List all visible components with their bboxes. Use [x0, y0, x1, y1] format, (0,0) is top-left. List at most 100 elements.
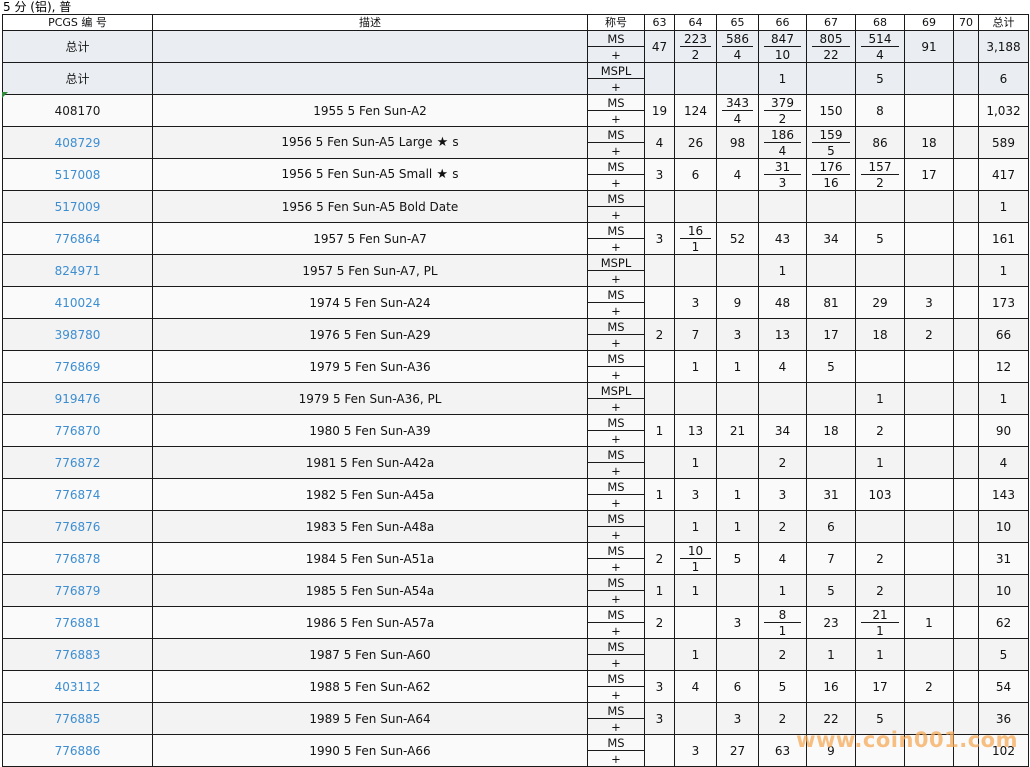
pcgs-number-cell[interactable]: 403112: [2, 670, 153, 703]
plus-label: +: [611, 271, 621, 286]
pcgs-number-link[interactable]: 410024: [55, 296, 101, 310]
designation-label: MSPL: [588, 256, 644, 271]
grade-66-cell: 1: [758, 62, 807, 95]
row-total-cell: 1: [978, 254, 1029, 287]
plus-label: +: [611, 79, 621, 94]
grade-67-cell: 23: [806, 606, 856, 639]
grade-66-cell: 2: [758, 638, 807, 671]
pcgs-number-cell[interactable]: 517008: [2, 158, 153, 191]
table-row: 776876 1983 5 Fen Sun-A48a MS +1 1 2 6 10: [2, 510, 1029, 543]
table-row: 517008 1956 5 Fen Sun-A5 Small ★ s MS +3 6 4 3…: [2, 158, 1029, 191]
pcgs-number-link[interactable]: 517008: [55, 168, 101, 182]
grade-63-cell: [644, 510, 675, 543]
coin-description: 1988 5 Fen Sun-A62: [309, 679, 431, 694]
grade-63-cell: 2: [644, 318, 675, 351]
row-total-cell: 5: [978, 638, 1029, 671]
grade-66-cell: 13: [758, 318, 807, 351]
grade-65-cell: 4: [716, 158, 759, 191]
pcgs-number-cell[interactable]: 776878: [2, 542, 153, 575]
grade-count: 586: [722, 32, 753, 47]
pcgs-number-link[interactable]: 403112: [55, 680, 101, 694]
plus-label: +: [611, 431, 621, 446]
grade-65-cell: 9: [716, 286, 759, 319]
pcgs-number-cell[interactable]: 776886: [2, 734, 153, 767]
pcgs-number-cell[interactable]: 776872: [2, 446, 153, 479]
grade-count: 847: [764, 32, 801, 47]
pcgs-number-link[interactable]: 517009: [55, 200, 101, 214]
pcgs-number-link[interactable]: 776885: [55, 712, 101, 726]
pcgs-number-cell[interactable]: 517009: [2, 190, 153, 223]
table-row: 776869 1979 5 Fen Sun-A36 MS +1 1 4 5 12: [2, 350, 1029, 383]
grade-70-cell: [953, 542, 979, 575]
pcgs-number-cell[interactable]: 776864: [2, 222, 153, 255]
designation-label: MS: [588, 448, 644, 463]
grade-64-cell: [674, 382, 717, 415]
grade-70-cell: [953, 382, 979, 415]
description-cell: 1984 5 Fen Sun-A51a: [152, 542, 588, 575]
designation-cell: MS +: [587, 542, 645, 575]
grade-70-cell: [953, 318, 979, 351]
plus-label: +: [611, 111, 621, 126]
pcgs-number-cell[interactable]: 919476: [2, 382, 153, 415]
designation-cell: MS +: [587, 734, 645, 767]
pcgs-number-cell[interactable]: 776879: [2, 574, 153, 607]
grade-65-cell: 3: [716, 318, 759, 351]
pcgs-number-cell[interactable]: 776883: [2, 638, 153, 671]
grade-68-cell: 1: [855, 446, 905, 479]
pcgs-number-link[interactable]: 776886: [55, 744, 101, 758]
pcgs-number-cell[interactable]: 776885: [2, 702, 153, 735]
grade-68-cell: 1: [855, 382, 905, 415]
grade-count: 31: [764, 160, 801, 175]
pcgs-number-link[interactable]: 776864: [55, 232, 101, 246]
pcgs-number-cell[interactable]: 408729: [2, 126, 153, 159]
table-row: 408170 1955 5 Fen Sun-A2 MS +19 124 343 4 379 2 1…: [2, 94, 1029, 127]
pcgs-number-cell[interactable]: 776876: [2, 510, 153, 543]
plus-label: +: [611, 143, 621, 158]
pcgs-number-link[interactable]: 776870: [55, 424, 101, 438]
pcgs-number-link[interactable]: 776869: [55, 360, 101, 374]
pcgs-number-link[interactable]: 398780: [55, 328, 101, 342]
header-row: PCGS 编 号 描述 称号 63 64 65 66 67 68 69 70 总…: [2, 14, 1029, 31]
pcgs-number-link[interactable]: 824971: [55, 264, 101, 278]
pcgs-number-link[interactable]: 776881: [55, 616, 101, 630]
pcgs-number-cell[interactable]: 776869: [2, 350, 153, 383]
grade-69-cell: [904, 542, 954, 575]
table-row: 776864 1957 5 Fen Sun-A7 MS +3 16 1 52 43 34 5 161: [2, 222, 1029, 255]
grade-67-cell: 150: [806, 94, 856, 127]
grade-65-cell: 586 4: [716, 30, 759, 63]
pcgs-number-link[interactable]: 919476: [55, 392, 101, 406]
grade-67-cell: [806, 382, 856, 415]
grade-63-cell: 1: [644, 414, 675, 447]
table-body: 总计 MS +47 223 2 586 4 847 10 805 22 514 4 91 3,188 总计 MS…: [2, 30, 1029, 767]
pcgs-number-link[interactable]: 776874: [55, 488, 101, 502]
grade-63-cell: [644, 254, 675, 287]
grade-68-cell: 18: [855, 318, 905, 351]
pcgs-number-cell[interactable]: 410024: [2, 286, 153, 319]
pcgs-number-cell[interactable]: 776870: [2, 414, 153, 447]
grade-70-cell: [953, 702, 979, 735]
plus-label: +: [611, 655, 621, 670]
grade-70-cell: [953, 94, 979, 127]
pcgs-number-link[interactable]: 776872: [55, 456, 101, 470]
pcgs-number-link[interactable]: 776883: [55, 648, 101, 662]
grade-64-cell: 124: [674, 94, 717, 127]
pcgs-number-link[interactable]: 408729: [55, 136, 101, 150]
table-row: 776885 1989 5 Fen Sun-A64 MS +3 3 2 22 5 36: [2, 702, 1029, 735]
grade-68-cell: 17: [855, 670, 905, 703]
pcgs-number-cell[interactable]: 776874: [2, 478, 153, 511]
description-cell: 1981 5 Fen Sun-A42a: [152, 446, 588, 479]
pcgs-number-link[interactable]: 776879: [55, 584, 101, 598]
pcgs-number-cell[interactable]: 776881: [2, 606, 153, 639]
table-row: 776886 1990 5 Fen Sun-A66 MS +3 27 63 9 102: [2, 734, 1029, 767]
grade-63-cell: [644, 350, 675, 383]
designation-label: MS: [588, 352, 644, 367]
pcgs-number-link[interactable]: 776878: [55, 552, 101, 566]
pcgs-number-cell[interactable]: 824971: [2, 254, 153, 287]
description-cell: 1983 5 Fen Sun-A48a: [152, 510, 588, 543]
grade-66-cell: [758, 382, 807, 415]
pcgs-number-link[interactable]: 776876: [55, 520, 101, 534]
grade-65-cell: 98: [716, 126, 759, 159]
grade-69-cell: 18: [904, 126, 954, 159]
grade-70-cell: [953, 190, 979, 223]
pcgs-number-cell[interactable]: 398780: [2, 318, 153, 351]
